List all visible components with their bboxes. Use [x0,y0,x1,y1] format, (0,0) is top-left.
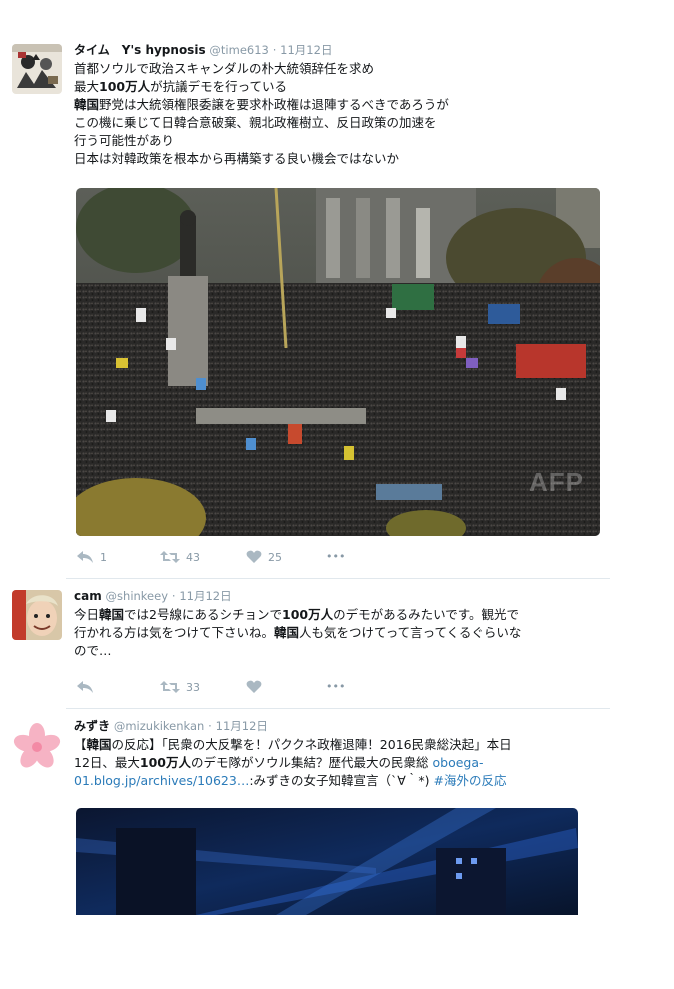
display-name[interactable]: みずき [74,719,110,733]
protest-crowd-photo-icon [76,188,600,536]
hashtag-link[interactable]: #海外の反応 [433,773,506,788]
retweet-button[interactable]: 43 [160,550,200,564]
highlighted-term: 韓国 [74,97,100,112]
display-name[interactable]: cam [74,589,102,603]
retweet-count: 43 [186,550,200,564]
text-segment: 行う可能性があり [74,133,175,148]
tweet-text-line: 韓国野党は大統領権限委譲を要求朴政権は退陣するべきであろうが [74,96,610,114]
tweet-divider [66,578,610,579]
user-handle[interactable]: @shinkeey [106,589,168,603]
highlighted-term: 韓国 [86,737,112,752]
text-segment: この機に乗じて日韓合意破棄、親北政権樹立、反日政策の加速を [74,115,437,130]
reply-button[interactable] [76,680,100,694]
tweet-header: タイム Y's hypnosis @time613 · 11月12日 [74,42,610,58]
separator-dot: · [208,719,212,733]
url-link[interactable]: oboega- [432,755,483,770]
tweet-text-line: 首都ソウルで政治スキャンダルの朴大統領辞任を求め [74,60,610,78]
reply-arrow-icon [77,681,93,693]
user-handle[interactable]: @mizukikenkan [114,719,204,733]
url-link[interactable]: 01.blog.jp/archives/10623… [74,773,249,788]
text-segment: では2号線にあるシチョンで [124,607,282,622]
avatar[interactable] [12,720,62,770]
reply-button[interactable]: 1 [76,550,107,564]
like-count: 25 [268,550,282,564]
tweet-text: 今日韓国では2号線にあるシチョンで100万人のデモがあるみたいです。観光で 行かれ… [74,606,610,660]
retweet-count: 33 [186,680,200,694]
text-segment: 12日、最大 [74,755,140,770]
display-name[interactable]: タイム Y's hypnosis [74,43,206,57]
reply-arrow-icon [77,551,93,563]
reply-count: 1 [100,550,107,564]
like-button[interactable]: 25 [246,550,282,564]
retweet-icon [160,681,180,693]
text-segment: 野党は大統領権限委譲を要求朴政権は退陣するべきであろうが [99,97,449,112]
text-segment: のデモがあるみたいです。観光で [333,607,519,622]
highlighted-term: 100万人 [139,755,191,770]
tweet-text-line: 最大100万人が抗議デモを行っている [74,78,610,96]
highlighted-term: 100万人 [282,607,334,622]
tweet-text: 首都ソウルで政治スキャンダルの朴大統領辞任を求め 最大100万人が抗議デモを行って… [74,60,610,168]
text-segment: 今日 [74,607,100,622]
text-segment: 【 [74,737,87,752]
more-button[interactable]: ••• [326,680,345,693]
cherry-blossom-icon [12,720,62,770]
tweet-text-line: 行う可能性があり [74,132,610,150]
tweet-date[interactable]: 11月12日 [280,43,332,57]
text-segment: の反応】「民衆の大反撃を！パククネ政権退陣！2016民衆総決起」本日 [111,737,512,752]
tweet-date[interactable]: 11月12日 [179,589,231,603]
tweet-text-line: 01.blog.jp/archives/10623…:みずきの女子知韓宣言（`∀… [74,772,610,790]
text-segment: 最大 [74,79,100,94]
avatar-illustration-icon [12,44,62,94]
more-button[interactable]: ••• [326,550,345,563]
retweet-icon [160,551,180,563]
more-dots-icon: ••• [326,680,346,693]
text-segment: のデモ隊がソウル集結？歴代最大の民衆総 [191,755,433,770]
tweet-text-line: 行かれる方は気をつけて下さいね。韓国人も気をつけてって言ってくるぐらいな [74,624,610,642]
highlighted-term: 韓国 [274,625,300,640]
tweet-header: cam @shinkeey · 11月12日 [74,588,610,604]
like-button[interactable] [246,680,268,694]
text-segment: ので… [74,643,112,658]
heart-icon [246,550,262,563]
tweet-text-line: 【韓国の反応】「民衆の大反撃を！パククネ政権退陣！2016民衆総決起」本日 [74,736,610,754]
text-segment: 行かれる方は気をつけて下さいね。 [74,625,275,640]
more-dots-icon: ••• [326,550,346,563]
avatar-face-icon [12,590,62,640]
night-light-show-photo-icon [76,808,578,915]
tweet-text-line: 今日韓国では2号線にあるシチョンで100万人のデモがあるみたいです。観光で [74,606,610,624]
tweet-divider [66,708,610,709]
tweet-actions: 1 43 25 ••• [76,550,376,568]
separator-dot: · [272,43,277,57]
text-segment: :みずきの女子知韓宣言（`∀｀*) [249,773,434,788]
tweet-text: 【韓国の反応】「民衆の大反撃を！パククネ政権退陣！2016民衆総決起」本日 12日… [74,736,610,790]
text-segment: 首都ソウルで政治スキャンダルの朴大統領辞任を求め [74,61,375,76]
user-handle[interactable]: @time613 [209,43,268,57]
image-watermark: AFP [529,467,584,497]
tweet-text-line: 12日、最大100万人のデモ隊がソウル集結？歴代最大の民衆総 oboega- [74,754,610,772]
tweet-text-line: ので… [74,642,610,660]
tweet-date[interactable]: 11月12日 [216,719,268,733]
highlighted-term: 韓国 [99,607,125,622]
tweet-actions: 33 ••• [76,680,376,698]
separator-dot: · [171,589,176,603]
tweet-text-line: この機に乗じて日韓合意破棄、親北政権樹立、反日政策の加速を [74,114,610,132]
heart-icon [246,680,262,693]
avatar[interactable] [12,590,62,640]
text-segment: が抗議デモを行っている [150,79,287,94]
tweet-media-image[interactable]: AFP [76,188,600,536]
tweet-header: みずき @mizukikenkan · 11月12日 [74,718,610,734]
avatar[interactable] [12,44,62,94]
text-segment: 人も気をつけてって言ってくるぐらいな [299,625,522,640]
highlighted-term: 100万人 [99,79,151,94]
retweet-button[interactable]: 33 [160,680,200,694]
text-segment: 日本は対韓政策を根本から再構築する良い機会ではないか [74,151,400,166]
tweet-media-image[interactable] [76,808,578,915]
tweet-text-line: 日本は対韓政策を根本から再構築する良い機会ではないか [74,150,610,168]
